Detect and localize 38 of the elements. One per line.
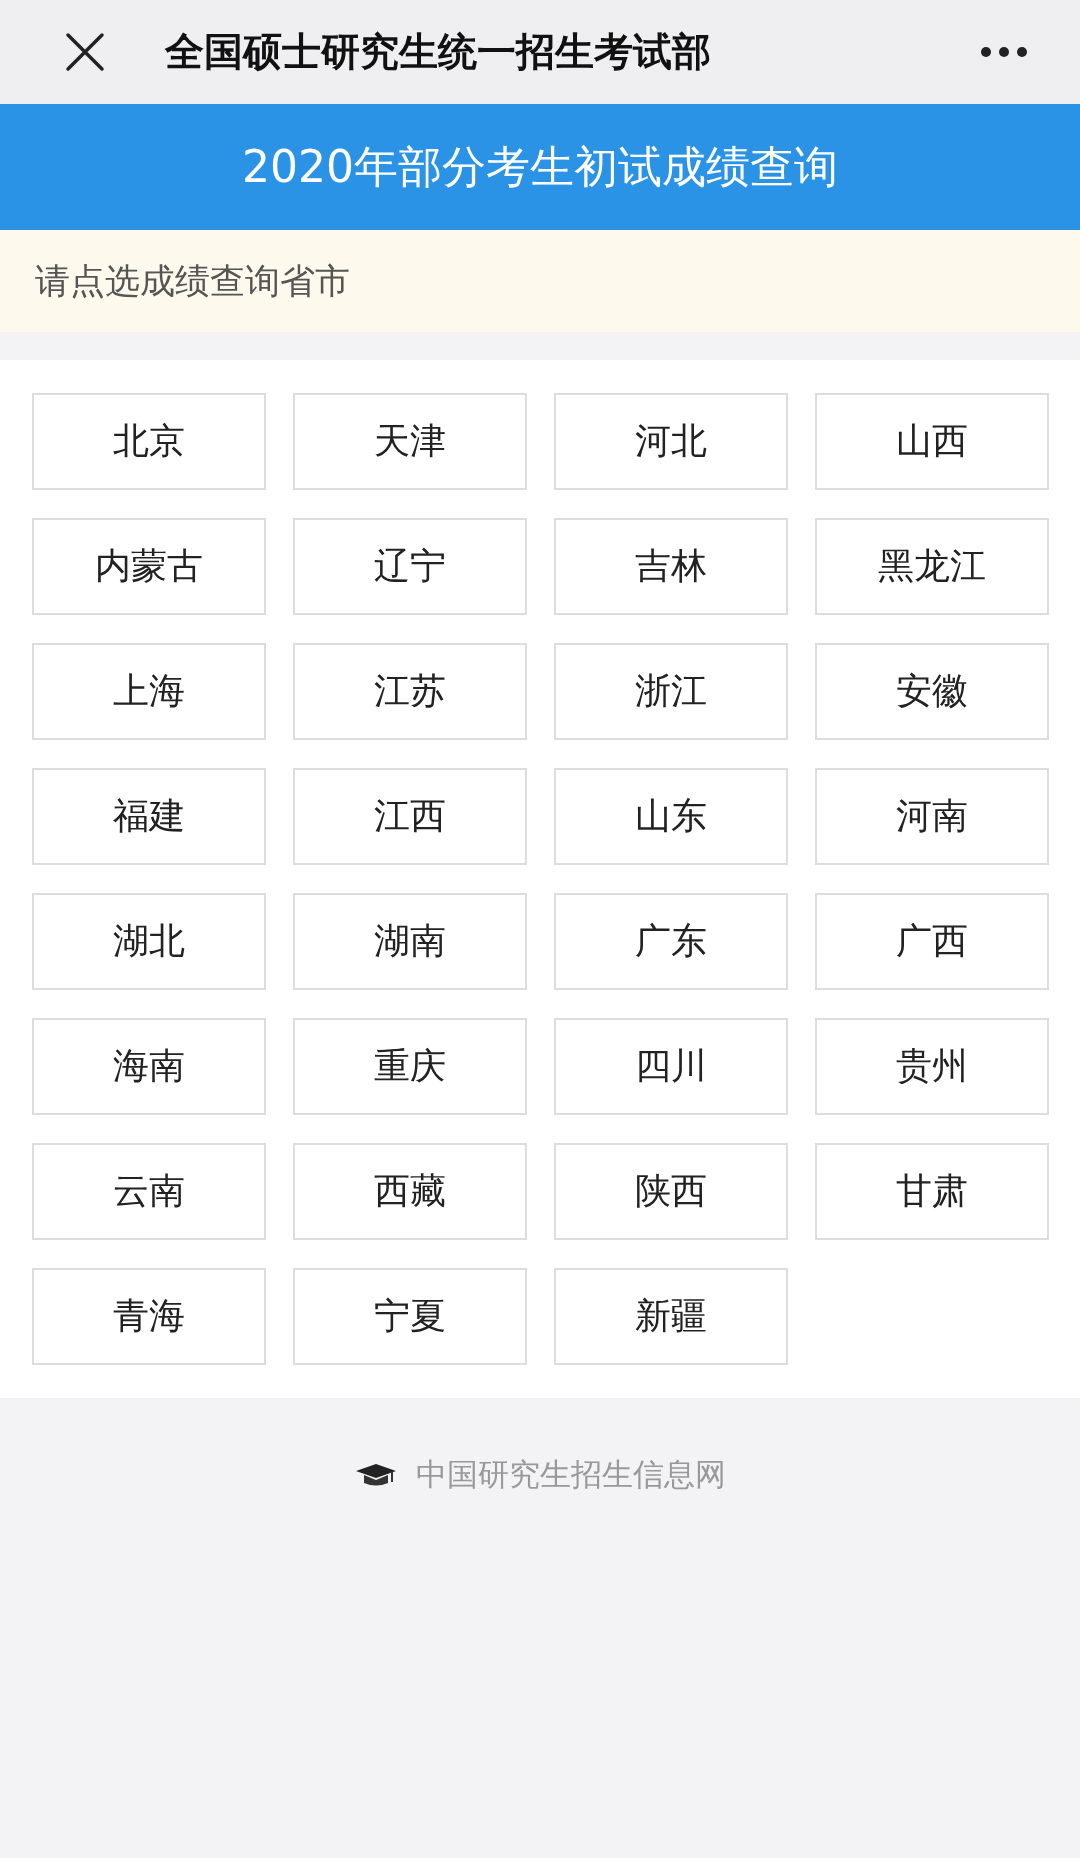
province-button[interactable]: 辽宁 (293, 518, 527, 615)
province-button[interactable]: 湖北 (32, 893, 266, 990)
province-button[interactable]: 江西 (293, 768, 527, 865)
province-button[interactable]: 甘肃 (815, 1143, 1049, 1240)
province-button[interactable]: 四川 (554, 1018, 788, 1115)
province-button[interactable]: 河南 (815, 768, 1049, 865)
province-button[interactable]: 陕西 (554, 1143, 788, 1240)
province-button[interactable]: 青海 (32, 1268, 266, 1365)
province-button[interactable]: 新疆 (554, 1268, 788, 1365)
province-button[interactable]: 广东 (554, 893, 788, 990)
province-button[interactable]: 宁夏 (293, 1268, 527, 1365)
province-button[interactable]: 黑龙江 (815, 518, 1049, 615)
province-button[interactable]: 广西 (815, 893, 1049, 990)
close-icon[interactable] (65, 32, 105, 72)
province-button[interactable]: 山东 (554, 768, 788, 865)
province-button[interactable]: 安徽 (815, 643, 1049, 740)
province-button[interactable]: 北京 (32, 393, 266, 490)
footer-text: 中国研究生招生信息网 (416, 1455, 726, 1494)
page-title: 全国硕士研究生统一招生考试部 (165, 28, 712, 76)
province-button[interactable]: 湖南 (293, 893, 527, 990)
province-button[interactable]: 天津 (293, 393, 527, 490)
province-button[interactable]: 河北 (554, 393, 788, 490)
province-button[interactable]: 西藏 (293, 1143, 527, 1240)
banner-title: 2020年部分考生初试成绩查询 (0, 104, 1080, 230)
province-button[interactable]: 贵州 (815, 1018, 1049, 1115)
notice-text: 请点选成绩查询省市 (0, 230, 1080, 332)
province-button[interactable]: 上海 (32, 643, 266, 740)
more-icon[interactable] (980, 46, 1028, 58)
province-button[interactable]: 浙江 (554, 643, 788, 740)
graduation-cap-icon (354, 1462, 398, 1488)
province-button[interactable]: 海南 (32, 1018, 266, 1115)
province-button[interactable]: 福建 (32, 768, 266, 865)
province-button[interactable]: 江苏 (293, 643, 527, 740)
province-button[interactable]: 山西 (815, 393, 1049, 490)
province-button[interactable]: 吉林 (554, 518, 788, 615)
province-button[interactable]: 内蒙古 (32, 518, 266, 615)
province-button[interactable]: 重庆 (293, 1018, 527, 1115)
province-button[interactable]: 云南 (32, 1143, 266, 1240)
